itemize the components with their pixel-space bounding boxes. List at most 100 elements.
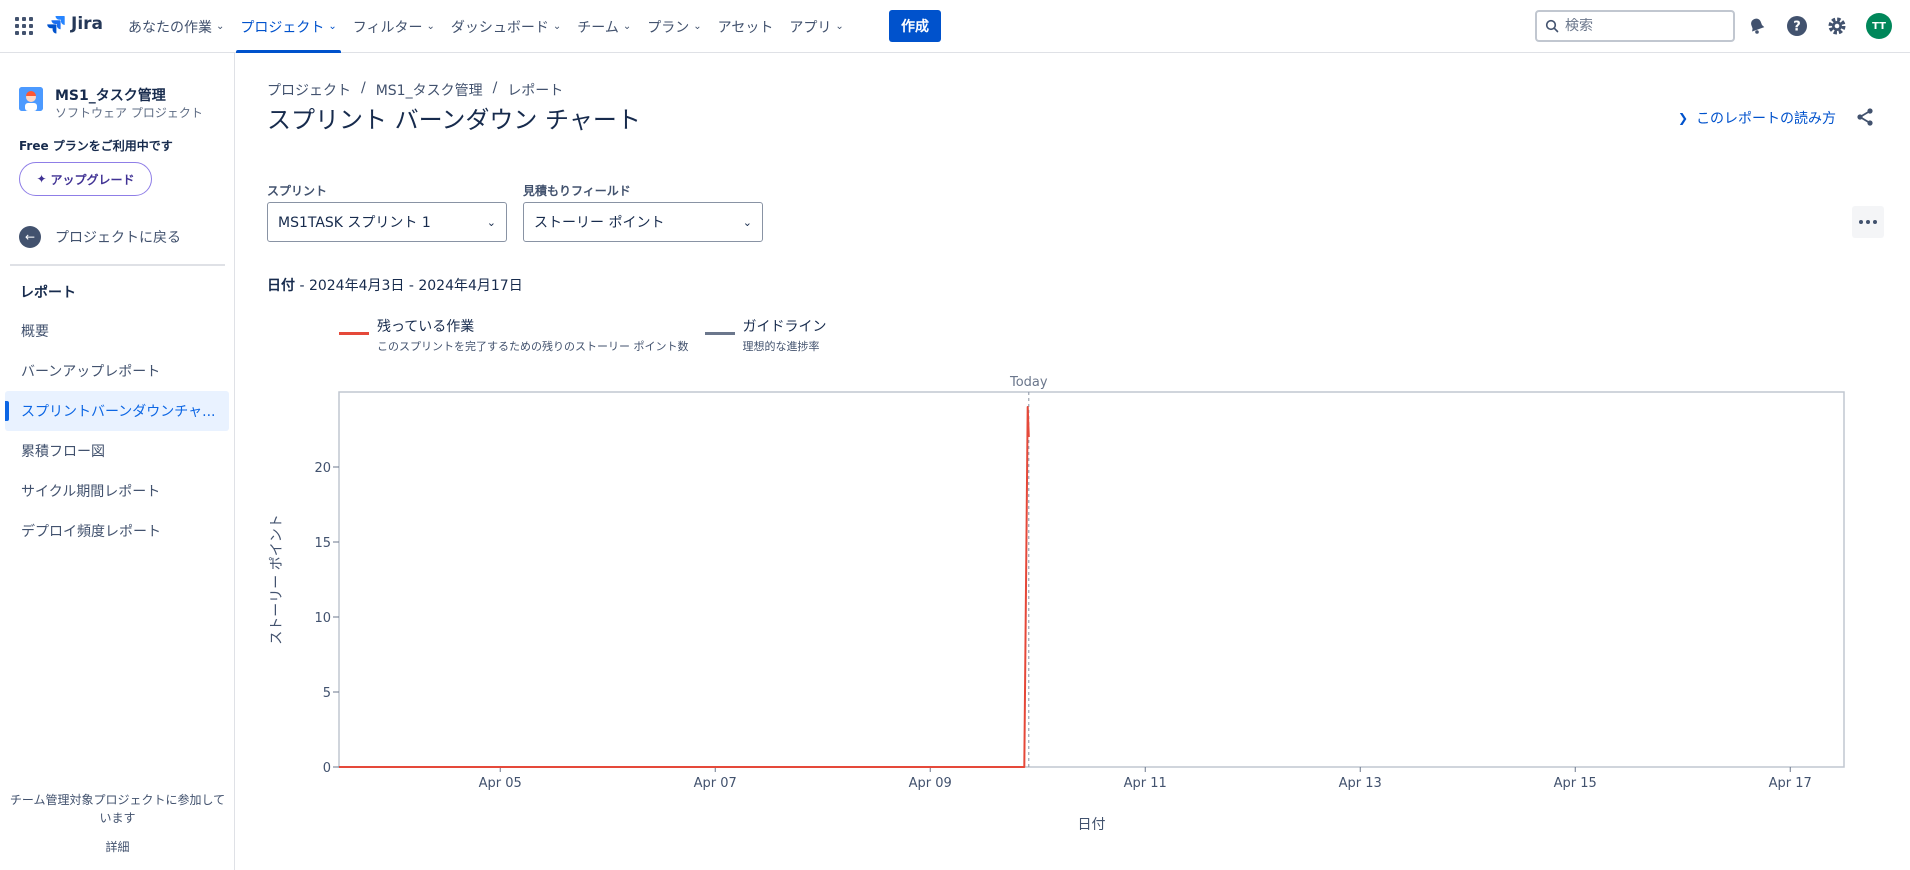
nav-apps[interactable]: アプリ ⌄ [781,0,851,53]
nav-assets[interactable]: アセット [710,0,782,53]
legend-description: このスプリントを完了するための残りのストーリー ポイント数 [377,340,689,353]
project-type: ソフトウェア プロジェクト [55,106,203,120]
y-tick-label: 20 [314,461,331,476]
x-axis-label: 日付 [1078,817,1106,833]
legend-remaining-work[interactable]: 残っている作業 このスプリントを完了するための残りのストーリー ポイント数 [339,316,689,354]
notification-bell-icon[interactable] [1745,14,1769,38]
y-tick-label: 0 [323,761,331,776]
y-tick-label: 5 [323,686,331,701]
nav-filters[interactable]: フィルター ⌄ [345,0,443,53]
sprint-value: MS1TASK スプリント 1 [278,215,431,231]
team-managed-note: チーム管理対象プロジェクトに参加しています [9,793,226,825]
x-tick-label: Apr 07 [694,776,737,791]
sidebar-item-burnup[interactable]: バーンアップレポート [5,351,229,391]
create-button[interactable]: 作成 [889,10,941,42]
jira-logo[interactable]: Jira [46,14,103,34]
user-avatar[interactable]: TT [1866,13,1892,39]
y-tick-label: 15 [314,536,331,551]
estimate-value: ストーリー ポイント [534,215,665,231]
sparkle-icon: ✦ [36,172,47,186]
nav-label: プラン [647,19,690,36]
report-help-link[interactable]: ❯ このレポートの読み方 [1678,108,1836,128]
breadcrumb-separator: / [492,80,498,96]
date-range: 日付 - 2024年4月3日 - 2024年4月17日 [267,275,523,295]
sidebar-item-cycle-time[interactable]: サイクル期間レポート [5,471,229,511]
primary-nav: あなたの作業 ⌄ プロジェクト ⌄ フィルター ⌄ ダッシュボード ⌄ チーム ⌄ プラン… [120,0,852,53]
project-name[interactable]: MS1_タスク管理 [55,85,166,105]
page-title: スプリント バーンダウン チャート [267,106,641,134]
burndown-chart: 0 5 10 15 20 Apr 05 Apr 07 Apr 09 Apr 11 Apr 13 Ap… [269,375,1845,833]
search-input[interactable] [1565,18,1725,34]
breadcrumb-separator: / [361,80,366,96]
share-icon[interactable] [1855,107,1875,131]
details-link[interactable]: 詳細 [0,838,235,855]
x-tick-label: Apr 13 [1339,776,1382,791]
jira-logo-icon [47,16,65,34]
x-tick-label: Apr 05 [479,776,522,791]
search-box[interactable] [1535,10,1735,42]
upgrade-button[interactable]: ✦ アップグレード [19,162,152,196]
nav-projects[interactable]: プロジェクト ⌄ [232,0,344,53]
y-axis-label: ストーリー ポイント [269,514,285,644]
chevron-down-icon: ⌄ [486,215,496,229]
nav-label: アセット [717,19,774,36]
back-to-project-link[interactable]: ← プロジェクトに戻る [19,226,181,248]
breadcrumb-reports[interactable]: レポート [507,80,563,100]
nav-plans[interactable]: プラン ⌄ [639,0,709,53]
today-label: Today [1009,375,1048,390]
chevron-down-icon: ⌄ [622,21,632,32]
more-actions-button[interactable] [1852,206,1884,238]
nav-your-work[interactable]: あなたの作業 ⌄ [120,0,232,53]
nav-label: フィルター [352,19,423,36]
report-list: 概要 バーンアップレポート スプリントバーンダウンチャ... 累積フロー図 サイ… [5,311,229,551]
back-label: プロジェクトに戻る [55,230,181,246]
sidebar-item-deployment-frequency[interactable]: デプロイ頻度レポート [5,511,229,551]
date-label: 日付 [267,278,295,294]
upgrade-label: アップグレード [50,172,135,187]
app-switcher-icon[interactable] [15,17,33,35]
product-name: Jira [71,14,104,34]
sidebar-item-cumulative-flow[interactable]: 累積フロー図 [5,431,229,471]
legend-swatch [339,332,369,335]
x-tick-label: Apr 17 [1769,776,1812,791]
x-tick-label: Apr 09 [909,776,952,791]
estimate-field-label: 見積もりフィールド [523,184,631,198]
legend-swatch [704,332,735,335]
breadcrumb-projects[interactable]: プロジェクト [267,80,351,100]
chevron-down-icon: ⌄ [216,21,225,32]
sidebar-item-overview[interactable]: 概要 [5,311,229,351]
chevron-down-icon: ⌄ [426,21,435,32]
nav-label: プロジェクト [240,19,325,36]
legend-name: ガイドライン [742,319,827,335]
chevron-down-icon: ⌄ [693,21,702,32]
sprint-select[interactable]: MS1TASK スプリント 1 ⌄ [267,202,507,242]
sprint-label: スプリント [267,184,328,198]
chevron-down-icon: ⌄ [742,215,752,229]
chevron-down-icon: ⌄ [552,21,562,32]
chevron-right-icon: ❯ [1678,111,1689,125]
arrow-left-icon: ← [19,226,41,248]
breadcrumb-project[interactable]: MS1_タスク管理 [376,80,483,100]
project-avatar-icon [19,87,43,111]
nav-dashboards[interactable]: ダッシュボード ⌄ [443,0,569,53]
estimate-field-select[interactable]: ストーリー ポイント ⌄ [523,202,763,242]
legend-guideline[interactable]: ガイドライン 理想的な進捗率 [704,316,827,354]
legend-name: 残っている作業 [377,319,475,335]
chevron-down-icon: ⌄ [835,21,844,32]
legend-description: 理想的な進捗率 [742,340,820,353]
settings-icon[interactable] [1825,14,1849,38]
nav-label: チーム [577,19,619,36]
svg-text:?: ? [1793,20,1801,35]
nav-teams[interactable]: チーム ⌄ [569,0,639,53]
nav-label: アプリ [789,19,832,36]
reports-heading: レポート [20,285,76,301]
help-icon[interactable]: ? [1785,14,1809,38]
date-range-value: - 2024年4月3日 - 2024年4月17日 [295,278,523,294]
nav-label: あなたの作業 [128,19,212,36]
nav-label: ダッシュボード [450,19,549,36]
search-icon [1545,19,1559,33]
x-tick-label: Apr 15 [1554,776,1597,791]
sidebar-divider [10,264,225,266]
chart-legend: 残っている作業 このスプリントを完了するための残りのストーリー ポイント数 ガイ… [339,316,827,354]
sidebar-item-sprint-burndown[interactable]: スプリントバーンダウンチャ... [5,391,229,431]
